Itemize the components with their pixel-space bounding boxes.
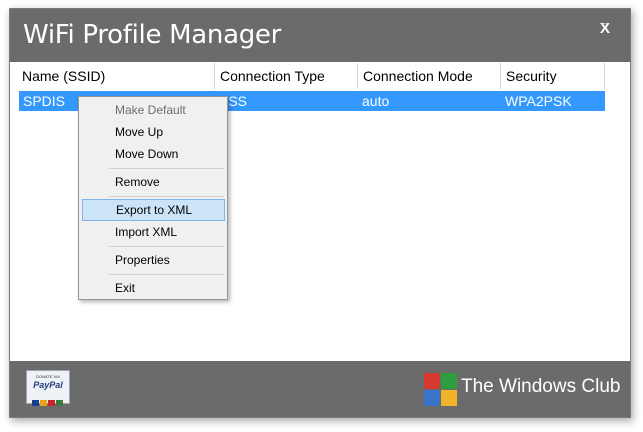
- column-header-connection-type[interactable]: Connection Type: [215, 63, 358, 89]
- menu-separator: [109, 168, 224, 169]
- card-logos-icon: [32, 393, 66, 406]
- paypal-donate-text: DONATE VIA: [36, 374, 60, 379]
- windows-club-logo-icon: [424, 373, 458, 407]
- context-menu: Make Default Move Up Move Down Remove Ex…: [78, 96, 228, 300]
- window-title: WiFi Profile Manager: [23, 20, 281, 50]
- column-header-security[interactable]: Security: [501, 63, 605, 89]
- menu-separator: [109, 274, 224, 275]
- windows-club-brand-text: The Windows Club: [461, 376, 621, 397]
- paypal-badge-icon[interactable]: DONATE VIA PayPal: [26, 370, 70, 406]
- list-header: Name (SSID) Connection Type Connection M…: [17, 63, 605, 89]
- column-header-connection-mode[interactable]: Connection Mode: [358, 63, 501, 89]
- menu-item-make-default[interactable]: Make Default: [82, 99, 225, 121]
- menu-item-exit[interactable]: Exit: [82, 277, 225, 299]
- menu-item-properties[interactable]: Properties: [82, 249, 225, 271]
- menu-separator: [109, 196, 224, 197]
- app-window: WiFi Profile Manager _ X Name (SSID) Con…: [9, 8, 631, 418]
- menu-item-remove[interactable]: Remove: [82, 171, 225, 193]
- cell-security: WPA2PSK: [505, 93, 572, 109]
- menu-item-import-xml[interactable]: Import XML: [82, 221, 225, 243]
- title-bar: WiFi Profile Manager _ X: [10, 9, 630, 62]
- paypal-brand-text: PayPal: [33, 380, 63, 390]
- menu-item-move-up[interactable]: Move Up: [82, 121, 225, 143]
- close-button[interactable]: X: [600, 20, 610, 37]
- cell-connection-type: ESS: [219, 93, 248, 109]
- cell-connection-mode: auto: [362, 93, 390, 109]
- menu-separator: [109, 246, 224, 247]
- menu-item-move-down[interactable]: Move Down: [82, 143, 225, 165]
- column-header-name[interactable]: Name (SSID): [17, 63, 215, 89]
- footer-bar: DONATE VIA PayPal The Windows Club: [10, 361, 630, 417]
- menu-item-export-xml[interactable]: Export to XML: [82, 199, 225, 221]
